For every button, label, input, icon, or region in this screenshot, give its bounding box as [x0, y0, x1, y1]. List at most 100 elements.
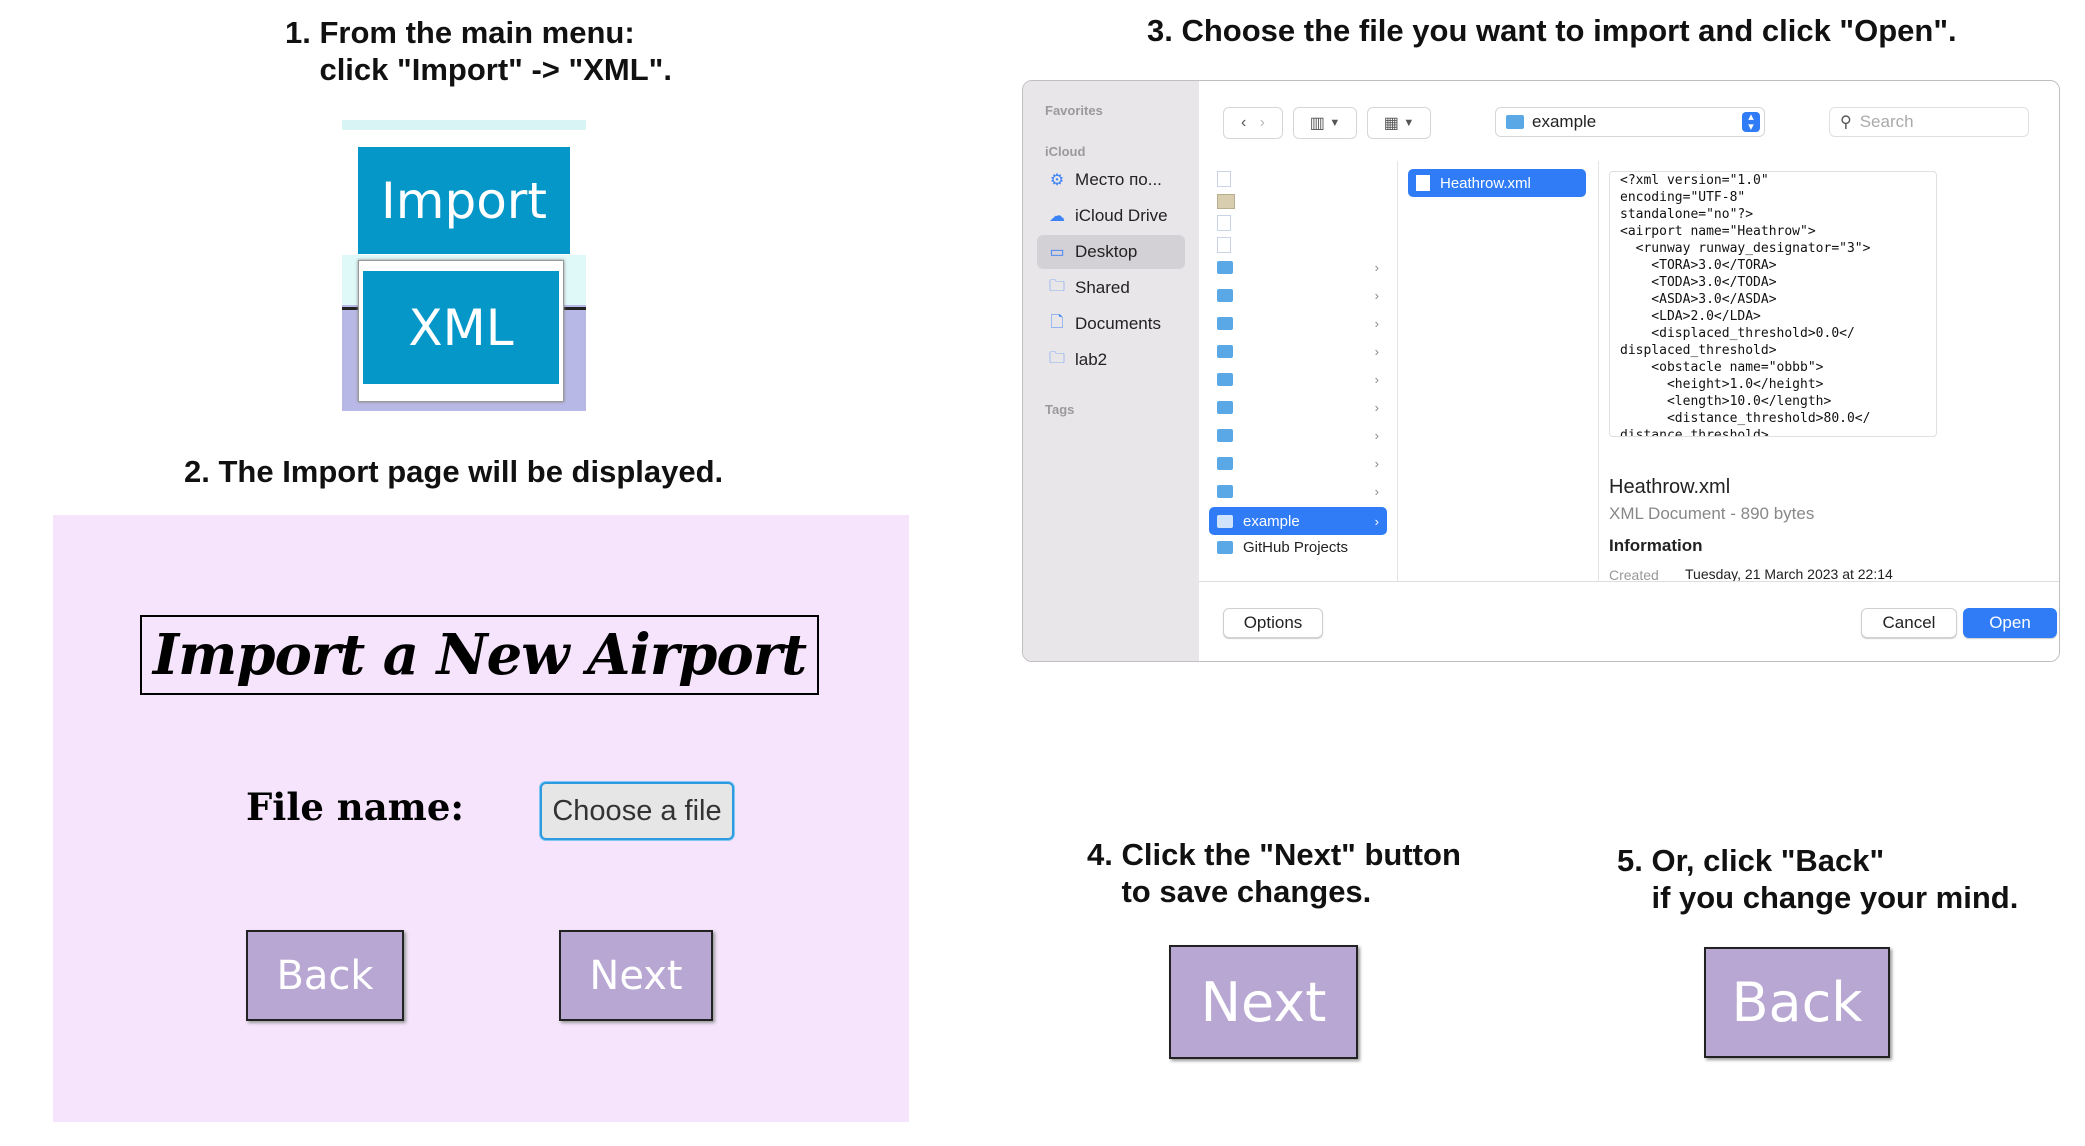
sidebar-item-lab2[interactable]: 🗀 lab2 — [1037, 343, 1185, 377]
open-file-dialog: Favorites iCloud ⚙ Место по... ☁ iCloud … — [1022, 80, 2060, 662]
created-value: Tuesday, 21 March 2023 at 22:14 — [1685, 566, 1893, 582]
shared-folder-icon: 🗀 — [1048, 277, 1065, 295]
import-dropdown: XML — [358, 260, 564, 402]
chevron-right-icon: › — [1374, 455, 1379, 471]
file-label: Heathrow.xml — [1440, 174, 1531, 192]
browser-column-1: › › › › › › › › › example › GitHub Proje… — [1199, 161, 1398, 581]
list-item-example-folder[interactable]: example › — [1209, 507, 1387, 535]
dialog-sidebar: Favorites iCloud ⚙ Место по... ☁ iCloud … — [1023, 81, 1199, 661]
preview-file-kind: XML Document - 890 bytes — [1609, 504, 1815, 523]
folder-label: example — [1243, 512, 1300, 530]
cancel-button[interactable]: Cancel — [1861, 608, 1957, 638]
group-by-button[interactable]: ▦ ▼ — [1367, 107, 1431, 139]
grid-icon: ▦ — [1383, 115, 1399, 132]
sidebar-icloud-header: iCloud — [1045, 144, 1086, 159]
up-down-arrows-icon: ▴ ▾ — [1742, 112, 1760, 133]
options-button[interactable]: Options — [1223, 608, 1323, 638]
sidebar-tags-header: Tags — [1045, 402, 1075, 417]
list-item-partial[interactable]: GitHub Projects — [1209, 533, 1387, 561]
cloud-icon: ☁ — [1049, 208, 1065, 225]
chevron-right-icon: › — [1374, 315, 1379, 331]
sidebar-item-shared[interactable]: 🗀 Shared — [1037, 271, 1185, 305]
step-4-instruction: 4. Click the "Next" button to save chang… — [1087, 837, 1461, 909]
browser-column-2: Heathrow.xml — [1398, 161, 1599, 581]
document-icon — [1217, 237, 1231, 253]
menu-import-button[interactable]: Import — [358, 147, 570, 254]
step-5-instruction: 5. Or, click "Back" if you change your m… — [1617, 843, 2019, 915]
menu-xml-item[interactable]: XML — [363, 271, 559, 384]
chevron-right-icon: › — [1374, 483, 1379, 499]
document-icon: 🗋 — [1050, 313, 1064, 331]
folder-icon — [1217, 400, 1233, 414]
list-item[interactable]: › — [1209, 253, 1387, 281]
sidebar-item-documents[interactable]: 🗋 Documents — [1037, 307, 1185, 341]
information-heading: Information — [1609, 536, 1703, 555]
location-popup[interactable]: example ▴ ▾ — [1495, 107, 1765, 137]
open-button[interactable]: Open — [1963, 608, 2057, 638]
step-2-instruction: 2. The Import page will be displayed. — [184, 454, 724, 489]
choose-file-button[interactable]: Choose a file — [540, 782, 734, 840]
list-item[interactable]: › — [1209, 337, 1387, 365]
next-button[interactable]: Next — [559, 930, 713, 1021]
chevron-down-icon: ▼ — [1329, 117, 1341, 129]
list-item[interactable]: › — [1209, 309, 1387, 337]
back-forward-buttons[interactable]: ‹ › — [1223, 107, 1283, 139]
list-item[interactable]: › — [1209, 365, 1387, 393]
document-icon — [1217, 171, 1231, 187]
list-item-heathrow-xml[interactable]: Heathrow.xml — [1408, 169, 1586, 197]
back-button[interactable]: Back — [246, 930, 404, 1021]
search-placeholder: Search — [1859, 112, 1914, 131]
folder-icon — [1217, 344, 1233, 358]
chevron-right-icon: › — [1374, 399, 1379, 415]
location-label: example — [1532, 112, 1597, 131]
sidebar-item-icloud-drive[interactable]: ☁ iCloud Drive — [1037, 199, 1185, 233]
chevron-right-icon: › — [1374, 371, 1379, 387]
search-icon: ⚲ — [1840, 114, 1852, 131]
columns-view-icon: ▥ — [1309, 115, 1325, 132]
list-item[interactable]: › — [1209, 393, 1387, 421]
sidebar-item-label: Documents — [1075, 314, 1161, 333]
dialog-footer: Options Cancel Open — [1199, 581, 2059, 661]
page-title: Import a New Airport — [140, 615, 819, 695]
folder-icon — [1506, 115, 1524, 129]
chevron-right-icon: › — [1374, 427, 1379, 443]
folder-icon: 🗀 — [1048, 349, 1065, 367]
folder-icon — [1217, 372, 1233, 386]
folder-icon — [1217, 260, 1233, 274]
sidebar-favorites-header: Favorites — [1045, 103, 1103, 118]
list-item[interactable]: › — [1209, 477, 1387, 505]
folder-icon — [1217, 456, 1233, 470]
step-3-instruction: 3. Choose the file you want to import an… — [1147, 13, 1957, 48]
chevron-right-icon: › — [1374, 343, 1379, 359]
view-mode-button[interactable]: ▥ ▼ — [1293, 107, 1357, 139]
sidebar-item-label: iCloud Drive — [1075, 206, 1168, 225]
folder-icon — [1217, 540, 1233, 554]
file-preview: <?xml version="1.0" encoding="UTF-8" sta… — [1609, 171, 1937, 437]
chevron-down-icon: ▼ — [1403, 117, 1415, 129]
sidebar-item-label: Shared — [1075, 278, 1130, 297]
list-item[interactable]: › — [1209, 449, 1387, 477]
folder-icon — [1217, 288, 1233, 302]
sidebar-item-desktop[interactable]: ▭ Desktop — [1037, 235, 1185, 269]
sidebar-item-mesto[interactable]: ⚙ Место по... — [1037, 163, 1185, 197]
preview-file-name: Heathrow.xml — [1609, 476, 1731, 498]
chevron-right-icon: › — [1374, 287, 1379, 303]
chevron-right-icon: › — [1374, 259, 1379, 275]
folder-icon — [1217, 316, 1233, 330]
folder-label: GitHub Projects — [1243, 538, 1349, 556]
desktop-icon: ▭ — [1049, 244, 1065, 261]
next-button-large[interactable]: Next — [1169, 945, 1358, 1059]
back-button-large[interactable]: Back — [1704, 947, 1890, 1058]
step-1-instruction: 1. From the main menu: click "Import" ->… — [285, 15, 672, 87]
chevron-right-icon[interactable]: › — [1260, 114, 1265, 132]
search-field[interactable]: ⚲ Search — [1829, 107, 2029, 137]
folder-icon — [1217, 428, 1233, 442]
folder-icon — [1217, 484, 1233, 498]
main-menu-screenshot: Import XML — [342, 120, 586, 411]
gear-icon: ⚙ — [1049, 172, 1065, 189]
document-icon — [1416, 175, 1430, 191]
chevron-left-icon[interactable]: ‹ — [1241, 114, 1246, 132]
folder-icon — [1217, 514, 1233, 528]
list-item[interactable]: › — [1209, 281, 1387, 309]
list-item[interactable]: › — [1209, 421, 1387, 449]
